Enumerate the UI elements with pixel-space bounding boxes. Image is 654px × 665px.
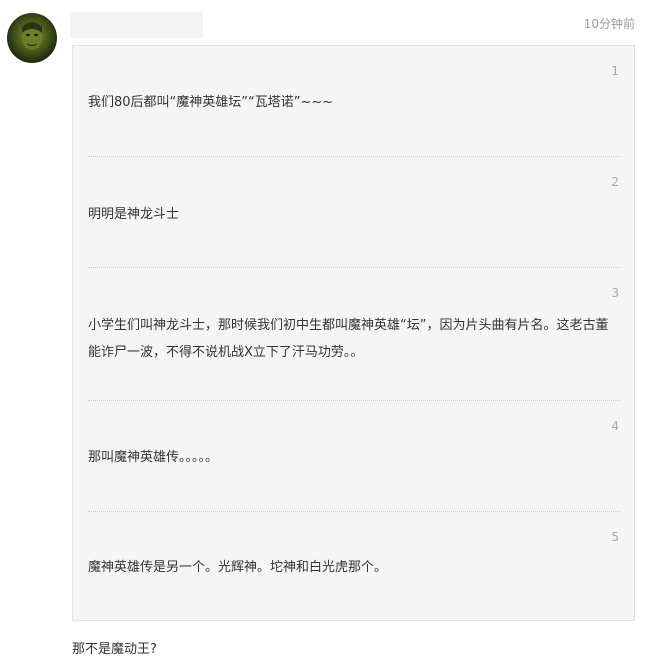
floor-divider bbox=[88, 511, 620, 512]
floor-number: 1 bbox=[611, 64, 619, 78]
floor-text: 明明是神龙斗士 bbox=[88, 207, 180, 222]
floor-divider bbox=[88, 400, 620, 401]
floor-number: 5 bbox=[611, 530, 619, 544]
user-avatar[interactable] bbox=[7, 13, 57, 63]
floor-number: 2 bbox=[611, 175, 619, 189]
floor-divider bbox=[88, 267, 620, 268]
floor-text: 魔神英雄传是另一个。光辉神。坨神和白光虎那个。 bbox=[88, 560, 388, 575]
floor-number: 4 bbox=[611, 419, 619, 433]
comment-timestamp: 10分钟前 bbox=[583, 17, 635, 31]
floor-text: 那叫魔神英雄传。。。。。 bbox=[88, 450, 219, 465]
floor-number: 3 bbox=[611, 286, 619, 300]
floor-text: 我们80后都叫“魔神英雄坛”“瓦塔诺”~~~ bbox=[88, 95, 334, 110]
quoted-thread: 1 我们80后都叫“魔神英雄坛”“瓦塔诺”~~~ 2 明明是神龙斗士 3 小学生… bbox=[72, 45, 635, 621]
floor-text: 小学生们叫神龙斗士，那时候我们初中生都叫魔神英雄“坛”，因为片头曲有片名。这老古… bbox=[88, 318, 609, 360]
username-blurred[interactable] bbox=[70, 12, 203, 38]
floor-divider bbox=[88, 156, 620, 157]
reply-text: 那不是魔动王? bbox=[72, 642, 157, 657]
